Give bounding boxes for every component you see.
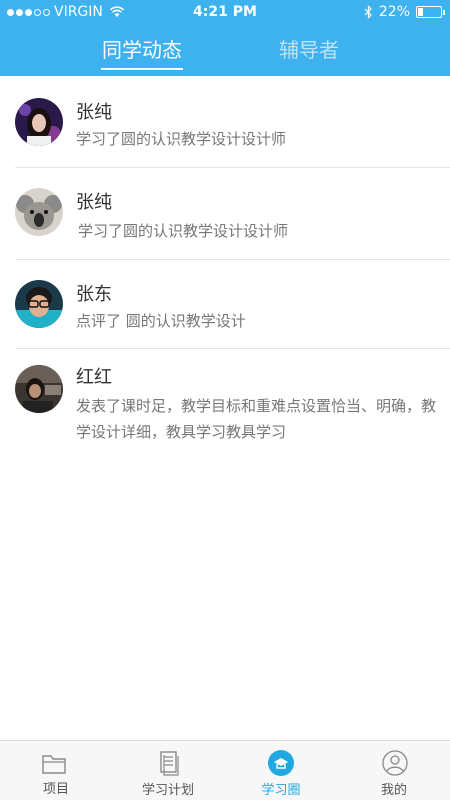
- tabbar-label: 学习圈: [261, 783, 301, 798]
- tab-tutors[interactable]: 辅导者: [277, 36, 341, 64]
- status-right: 22%: [364, 4, 445, 20]
- tabbar-label: 我的: [380, 783, 407, 798]
- list-item[interactable]: 张东 点评了 圆的认识教学设计: [15, 260, 450, 349]
- list-item[interactable]: 张纯 学习了圆的认识教学设计设计师: [15, 76, 450, 168]
- learning-circle-icon: [268, 750, 294, 776]
- activity-description: 学习了圆的认识教学设计设计师: [76, 130, 287, 148]
- activity-description: 学习了圆的认识教学设计设计师: [78, 222, 289, 240]
- tabbar-item-mine[interactable]: 我的: [338, 741, 450, 800]
- status-bar: VIRGIN 4:21 PM 22%: [0, 0, 450, 26]
- activity-description: 点评了 圆的认识教学设计: [76, 312, 246, 330]
- battery-icon: [416, 6, 445, 18]
- tabbar-label: 项目: [42, 782, 69, 797]
- user-name: 张纯: [76, 192, 112, 213]
- avatar: [15, 365, 63, 413]
- bottom-tab-bar: 项目 学习计划 学习圈 我的: [0, 740, 450, 800]
- activity-description: 发表了课时足，教学目标和重难点设置恰当、明确，教学设计详细，教具学习教具学习: [76, 397, 437, 441]
- tabbar-item-learning-circle[interactable]: 学习圈: [225, 741, 337, 800]
- active-tab-indicator: [101, 68, 183, 70]
- tab-classmates-activity[interactable]: 同学动态: [101, 36, 183, 70]
- app-header: VIRGIN 4:21 PM 22% 同学动态 辅导者: [0, 0, 450, 76]
- tabbar-item-study-plan[interactable]: 学习计划: [112, 741, 224, 800]
- battery-level-fill: [418, 8, 423, 16]
- battery-percent: 22%: [378, 4, 410, 20]
- document-icon: [160, 751, 179, 776]
- user-icon: [382, 750, 408, 776]
- tab-label: 同学动态: [102, 38, 182, 62]
- activity-feed: 张纯 学习了圆的认识教学设计设计师 张纯 学习了圆的认识教学设计设计师 张东 点…: [0, 76, 450, 465]
- tab-label: 辅导者: [279, 38, 339, 62]
- bluetooth-icon: [364, 5, 372, 19]
- tabbar-item-project[interactable]: 项目: [0, 741, 112, 800]
- avatar: [15, 98, 63, 146]
- avatar: [15, 280, 63, 328]
- user-name: 张纯: [76, 102, 112, 123]
- list-item[interactable]: 红红 发表了课时足，教学目标和重难点设置恰当、明确，教学设计详细，教具学习教具学…: [15, 349, 450, 465]
- user-name: 张东: [76, 284, 112, 305]
- list-item[interactable]: 张纯 学习了圆的认识教学设计设计师: [15, 168, 450, 260]
- folder-icon: [42, 755, 66, 774]
- top-tabs: 同学动态 辅导者: [0, 26, 450, 76]
- tabbar-label: 学习计划: [141, 783, 194, 798]
- avatar: [15, 188, 63, 236]
- user-name: 红红: [76, 367, 112, 388]
